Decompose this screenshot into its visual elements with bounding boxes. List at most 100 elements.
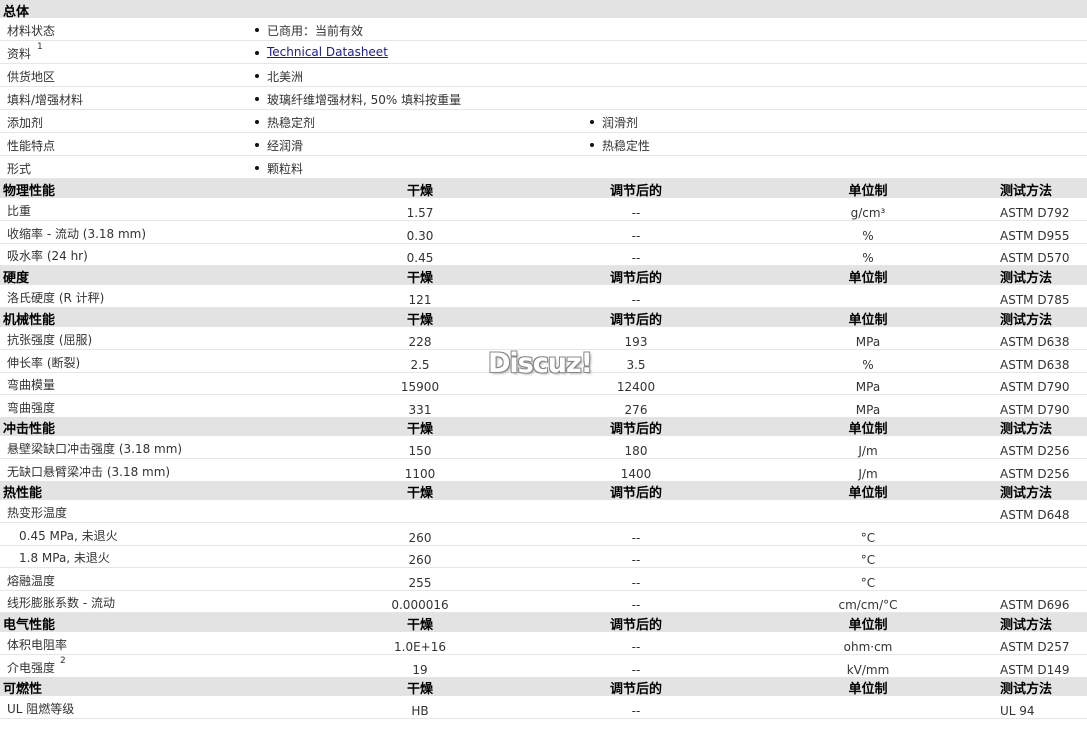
column-header-dry: 干燥 bbox=[406, 184, 433, 199]
unit: J/m bbox=[858, 444, 878, 458]
property-label: 体积电阻率 bbox=[7, 638, 68, 652]
technical-datasheet-link[interactable]: Technical Datasheet bbox=[267, 45, 388, 59]
property-label: 线形膨胀系数 - 流动 bbox=[7, 596, 115, 610]
unit: °C bbox=[860, 531, 876, 545]
test-method: UL 94 bbox=[1000, 704, 1035, 718]
bullet-icon bbox=[590, 143, 594, 147]
property-label: 伸长率 (断裂) bbox=[7, 356, 81, 370]
column-header-method: 测试方法 bbox=[1000, 422, 1053, 437]
value-conditioned: -- bbox=[631, 640, 641, 654]
property-row: 介电强度 2 19 -- kV/mm ASTM D149 bbox=[0, 655, 1087, 678]
test-method: ASTM D792 bbox=[1000, 206, 1070, 220]
unit: % bbox=[862, 251, 874, 265]
column-header-conditioned: 调节后的 bbox=[609, 271, 662, 286]
section-title: 可燃性 bbox=[3, 682, 43, 697]
section-title: 热性能 bbox=[3, 486, 43, 501]
unit: g/cm³ bbox=[850, 206, 886, 220]
value-conditioned: 1400 bbox=[620, 467, 652, 481]
column-header-conditioned: 调节后的 bbox=[609, 422, 662, 437]
column-header-dry: 干燥 bbox=[406, 422, 433, 437]
column-header-unit: 单位制 bbox=[848, 184, 888, 199]
test-method: ASTM D256 bbox=[1000, 444, 1070, 458]
column-header-method: 测试方法 bbox=[1000, 271, 1053, 286]
value-dry: 0.30 bbox=[406, 229, 434, 243]
property-row: 0.45 MPa, 未退火 260 -- °C bbox=[0, 523, 1087, 546]
value-dry: 260 bbox=[408, 531, 432, 545]
test-method: ASTM D790 bbox=[1000, 380, 1070, 394]
general-row: 性能特点 经润滑 热稳定性 bbox=[0, 133, 1087, 156]
section-header: 可燃性 干燥 调节后的 单位制 测试方法 bbox=[0, 677, 1087, 697]
column-header-method: 测试方法 bbox=[1000, 313, 1053, 328]
section-title: 机械性能 bbox=[3, 313, 56, 328]
property-label: 性能特点 bbox=[7, 139, 56, 153]
column-header-method: 测试方法 bbox=[1000, 618, 1053, 633]
property-row: 洛氏硬度 (R 计秤) 121 -- ASTM D785 bbox=[0, 285, 1087, 308]
unit: MPa bbox=[855, 403, 881, 417]
property-row: 1.8 MPa, 未退火 260 -- °C bbox=[0, 545, 1087, 568]
value-dry: 255 bbox=[408, 576, 432, 590]
property-label: 无缺口悬臂梁冲击 (3.18 mm) bbox=[7, 465, 171, 479]
value-dry: 2.5 bbox=[410, 358, 430, 372]
property-label: 收缩率 - 流动 (3.18 mm) bbox=[7, 227, 147, 241]
value-conditioned: -- bbox=[631, 663, 641, 677]
column-header-method: 测试方法 bbox=[1000, 184, 1053, 199]
value-dry: 150 bbox=[408, 444, 432, 458]
value-dry: 260 bbox=[408, 553, 432, 567]
value-conditioned: 12400 bbox=[616, 380, 656, 394]
value-dry: 19 bbox=[412, 663, 428, 677]
general-row: 形式 颗粒料 bbox=[0, 156, 1087, 179]
property-value: 北美洲 bbox=[267, 70, 304, 84]
test-method: ASTM D790 bbox=[1000, 403, 1070, 417]
value-conditioned: -- bbox=[631, 598, 641, 612]
column-header-conditioned: 调节后的 bbox=[609, 184, 662, 199]
property-label: UL 阻燃等级 bbox=[7, 702, 75, 716]
value-conditioned: -- bbox=[631, 206, 641, 220]
section-title: 物理性能 bbox=[3, 184, 56, 199]
property-label: 0.45 MPa, 未退火 bbox=[19, 529, 118, 543]
value-dry: 1.57 bbox=[406, 206, 434, 220]
column-header-unit: 单位制 bbox=[848, 618, 888, 633]
property-label: 材料状态 bbox=[7, 24, 56, 38]
section-header: 机械性能 干燥 调节后的 单位制 测试方法 bbox=[0, 308, 1087, 328]
section-title: 电气性能 bbox=[3, 618, 56, 633]
test-method: ASTM D955 bbox=[1000, 229, 1070, 243]
unit: cm/cm/°C bbox=[838, 598, 898, 612]
unit: kV/mm bbox=[846, 663, 890, 677]
property-label: 形式 bbox=[7, 162, 32, 176]
property-value: 热稳定性 bbox=[602, 139, 651, 153]
property-row: 无缺口悬臂梁冲击 (3.18 mm) 1100 1400 J/m ASTM D256 bbox=[0, 459, 1087, 482]
bullet-icon bbox=[255, 143, 259, 147]
property-row: 悬壁梁缺口冲击强度 (3.18 mm) 150 180 J/m ASTM D256 bbox=[0, 436, 1087, 459]
value-conditioned: -- bbox=[631, 553, 641, 567]
bullet-icon bbox=[255, 28, 259, 32]
property-label: 弯曲模量 bbox=[7, 378, 56, 392]
unit: MPa bbox=[855, 380, 881, 394]
test-method: ASTM D257 bbox=[1000, 640, 1070, 654]
property-row: 线形膨胀系数 - 流动 0.000016 -- cm/cm/°C ASTM D696 bbox=[0, 590, 1087, 613]
value-dry: 0.000016 bbox=[391, 598, 449, 612]
bullet-icon bbox=[255, 166, 259, 170]
value-dry: 331 bbox=[408, 403, 432, 417]
value-dry: HB bbox=[411, 704, 429, 718]
column-header-conditioned: 调节后的 bbox=[609, 486, 662, 501]
general-row: 填料/增强材料 玻璃纤维增强材料, 50% 填料按重量 bbox=[0, 87, 1087, 110]
section-header: 冲击性能 干燥 调节后的 单位制 测试方法 bbox=[0, 417, 1087, 437]
unit: % bbox=[862, 358, 874, 372]
property-label: 供货地区 bbox=[7, 70, 56, 84]
test-method: ASTM D638 bbox=[1000, 358, 1070, 372]
bullet-icon bbox=[255, 120, 259, 124]
value-conditioned: 180 bbox=[624, 444, 648, 458]
bullet-icon bbox=[255, 51, 259, 55]
property-row: 抗张强度 (屈服) 228 193 MPa ASTM D638 bbox=[0, 327, 1087, 350]
unit: °C bbox=[860, 576, 876, 590]
test-method: ASTM D570 bbox=[1000, 251, 1070, 265]
unit: % bbox=[862, 229, 874, 243]
test-method: ASTM D648 bbox=[1000, 508, 1070, 522]
property-value: 玻璃纤维增强材料, 50% 填料按重量 bbox=[267, 93, 462, 107]
column-header-conditioned: 调节后的 bbox=[609, 313, 662, 328]
value-conditioned: -- bbox=[631, 293, 641, 307]
column-header-conditioned: 调节后的 bbox=[609, 682, 662, 697]
column-header-conditioned: 调节后的 bbox=[609, 618, 662, 633]
property-row: 熔融温度 255 -- °C bbox=[0, 568, 1087, 591]
footnote-marker: 1 bbox=[37, 42, 43, 52]
